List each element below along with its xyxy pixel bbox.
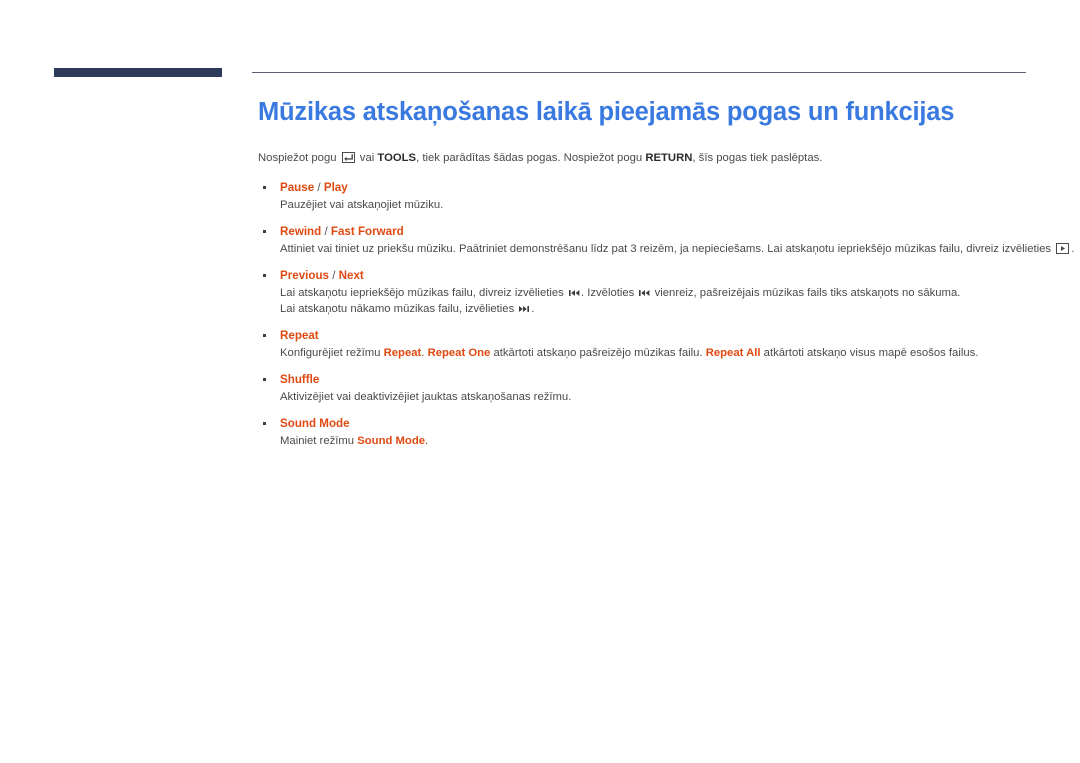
description-text-4: Lai atskaņotu nākamo mūzikas failu, izvē…: [280, 303, 518, 315]
description-text-2: .: [425, 435, 429, 447]
description-line-2: Lai atskaņotu nākamo mūzikas failu, izvē…: [280, 301, 1028, 317]
item-description-rewind-fast-forward: Attiniet vai tiniet uz priekšu mūziku. P…: [258, 241, 1074, 257]
item-heading-shuffle: Shuffle: [258, 372, 1028, 387]
heading-term-a: Repeat: [280, 329, 319, 342]
bullet-icon: [263, 378, 266, 381]
item-heading-sound-mode: Sound Mode: [258, 416, 1028, 431]
item-description-pause-play: Pauzējiet vai atskaņojiet mūziku.: [280, 199, 444, 211]
item-description-previous-next: Lai atskaņotu iepriekšējo mūzikas failu,…: [258, 285, 1028, 317]
header-accent-bar: [54, 68, 222, 77]
description-text-2: .: [1071, 243, 1075, 255]
item-description-sound-mode: Mainiet režīmu Sound Mode.: [258, 433, 1028, 449]
heading-separator: /: [328, 269, 339, 282]
item-heading-pause-play: Pause / Play: [258, 180, 1028, 195]
item-description-repeat: Konfigurējiet režīmu Repeat. Repeat One …: [258, 345, 1028, 361]
description-text-1: Lai atskaņotu iepriekšējo mūzikas failu,…: [280, 287, 567, 299]
description-text-1: Mainiet režīmu: [280, 435, 358, 447]
bullet-icon: [263, 334, 266, 337]
sound-mode-label: Sound Mode: [357, 435, 426, 447]
bullet-icon: [263, 230, 266, 233]
intro-tools-label: TOOLS: [377, 152, 417, 164]
heading-term-b: Play: [323, 181, 348, 194]
header-rule: [252, 72, 1026, 73]
document-page: Mūzikas atskaņošanas laikā pieejamās pog…: [0, 0, 1080, 763]
item-description-shuffle: Aktivizējiet vai deaktivizējiet jauktas …: [280, 391, 572, 403]
list-item: Pause / Play Pauzējiet vai atskaņojiet m…: [258, 180, 1028, 213]
description-text-3: vienreiz, pašreizējais mūzikas fails tik…: [651, 287, 961, 299]
description-text-1: Konfigurējiet režīmu: [280, 347, 384, 359]
heading-term-a: Rewind: [280, 225, 322, 238]
heading-separator: /: [314, 181, 324, 194]
intro-text-3: , tiek parādītas šādas pogas. Nospiežot …: [416, 152, 646, 164]
description-text-1: Attiniet vai tiniet uz priekšu mūziku. P…: [280, 243, 1055, 255]
description-text-3: atkārtoti atskaņo pašreizējo mūzikas fai…: [490, 347, 706, 359]
content-area: Nospiežot pogu vai TOOLS, tiek parādītas…: [258, 150, 1074, 460]
heading-separator: /: [321, 225, 331, 238]
heading-term-a: Previous: [280, 269, 329, 282]
list-item: Sound Mode Mainiet režīmu Sound Mode.: [258, 416, 1028, 449]
intro-text-2: vai: [356, 152, 378, 164]
repeat-one-label: Repeat One: [427, 347, 491, 359]
description-text-4: atkārtoti atskaņo visus mapē esošos fail…: [760, 347, 979, 359]
heading-term-a: Pause: [280, 181, 315, 194]
intro-return-label: RETURN: [645, 152, 693, 164]
play-button-icon: [1056, 243, 1070, 254]
enter-key-icon: [341, 152, 355, 163]
page-title: Mūzikas atskaņošanas laikā pieejamās pog…: [258, 98, 955, 126]
heading-term-a: Sound Mode: [280, 417, 350, 430]
heading-term-a: Shuffle: [280, 373, 320, 386]
heading-term-b: Next: [338, 269, 364, 282]
description-text-5: .: [531, 303, 535, 315]
list-item: Rewind / Fast Forward Attiniet vai tinie…: [258, 224, 1074, 257]
intro-text-4: , šīs pogas tiek paslēptas.: [692, 152, 823, 164]
skip-back-icon: [568, 288, 580, 298]
bullet-icon: [263, 422, 266, 425]
item-heading-rewind-fast-forward: Rewind / Fast Forward: [258, 224, 1028, 239]
intro-paragraph: Nospiežot pogu vai TOOLS, tiek parādītas…: [258, 150, 1028, 166]
list-item: Previous / Next Lai atskaņotu iepriekšēj…: [258, 268, 1028, 317]
repeat-all-label: Repeat All: [705, 347, 761, 359]
intro-text-1: Nospiežot pogu: [258, 152, 340, 164]
description-text-2: . Izvēloties: [580, 287, 638, 299]
repeat-label: Repeat: [383, 347, 422, 359]
list-item: Shuffle Aktivizējiet vai deaktivizējiet …: [258, 372, 1028, 405]
list-item: Repeat Konfigurējiet režīmu Repeat. Repe…: [258, 328, 1028, 361]
bullet-icon: [263, 186, 266, 189]
description-line-1: Lai atskaņotu iepriekšējo mūzikas failu,…: [280, 285, 1028, 301]
heading-term-b: Fast Forward: [330, 225, 404, 238]
item-heading-previous-next: Previous / Next: [258, 268, 1028, 283]
item-heading-repeat: Repeat: [258, 328, 1028, 343]
bullet-icon: [263, 274, 266, 277]
skip-back-icon: [638, 288, 650, 298]
skip-forward-icon: [518, 304, 530, 314]
